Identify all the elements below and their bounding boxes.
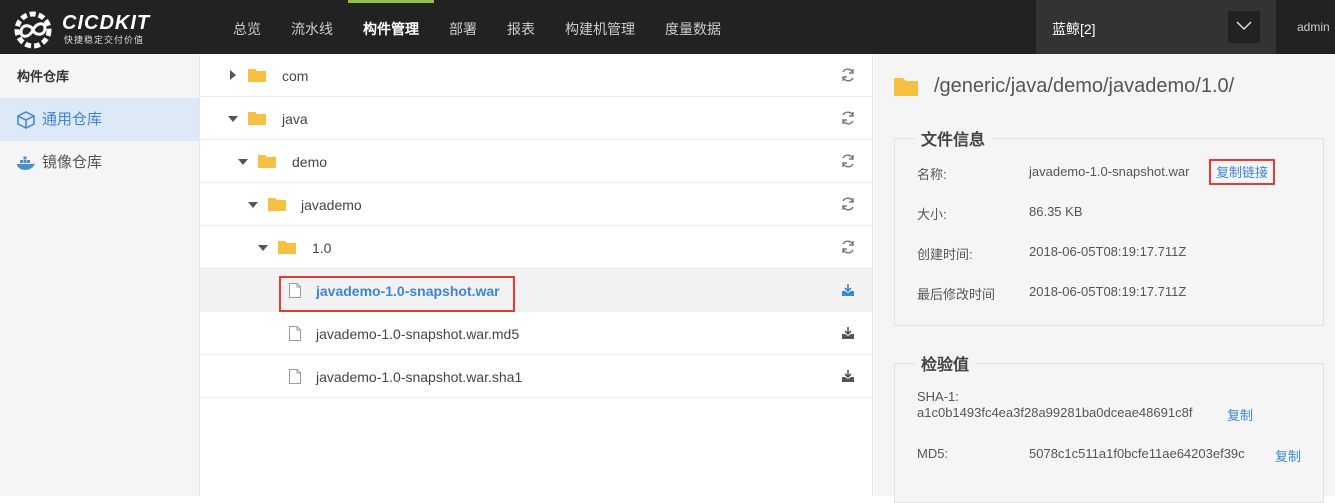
tree-row-folder[interactable]: demo xyxy=(200,140,872,183)
copy-link-label: 复制链接 xyxy=(1216,165,1269,180)
folder-icon xyxy=(278,241,296,254)
sha1-copy-button[interactable]: 复制 xyxy=(1227,405,1253,424)
logo[interactable]: CICDKIT 快捷稳定交付价值 xyxy=(10,6,190,49)
caret-down-icon[interactable] xyxy=(258,245,268,251)
file-icon xyxy=(289,369,301,384)
folder-icon xyxy=(248,112,266,125)
brand-subtitle: 快捷稳定交付价值 xyxy=(64,35,145,45)
brand-title: CICDKIT xyxy=(62,12,151,34)
tree-row-label: javademo xyxy=(301,197,362,213)
folder-icon xyxy=(258,155,276,168)
tree-row-folder[interactable]: javademo xyxy=(200,183,872,226)
md5-value: 5078c1c511a1f0bcfe11ae64203ef39c xyxy=(1029,446,1245,461)
sidebar-item-image-repo[interactable]: 镜像仓库 xyxy=(0,141,199,184)
checksum-panel: 检验值 SHA-1: a1c0b1493fc4ea3f28a99281ba0dc… xyxy=(894,351,1324,503)
project-selector[interactable]: 蓝鲸[2] xyxy=(1036,0,1276,54)
download-icon[interactable] xyxy=(840,282,856,298)
sidebar-item-label: 通用仓库 xyxy=(42,111,103,128)
tree-row-folder[interactable]: 1.0 xyxy=(200,226,872,269)
file-icon xyxy=(289,326,301,341)
modified-label: 最后修改时间 xyxy=(917,287,996,302)
nav-overview[interactable]: 总览 xyxy=(218,0,276,54)
refresh-icon[interactable] xyxy=(840,153,856,169)
nav-build-machines[interactable]: 构建机管理 xyxy=(550,0,650,54)
file-info-panel: 文件信息 名称: javademo-1.0-snapshot.war 复制链接 … xyxy=(894,126,1324,326)
main-nav: 总览 流水线 构件管理 部署 报表 构建机管理 度量数据 xyxy=(218,0,736,54)
artifact-tree: com java demo javademo 1.0 javademo-1.0-… xyxy=(200,54,873,496)
project-name: 蓝鲸[2] xyxy=(1052,21,1096,37)
folder-icon xyxy=(894,78,918,96)
docker-whale-icon xyxy=(17,156,35,170)
created-value: 2018-06-05T08:19:17.711Z xyxy=(1029,244,1187,259)
folder-icon xyxy=(248,69,266,82)
nav-deploy[interactable]: 部署 xyxy=(434,0,492,54)
nav-metrics[interactable]: 度量数据 xyxy=(650,0,736,54)
nav-pipeline[interactable]: 流水线 xyxy=(276,0,348,54)
modified-value: 2018-06-05T08:19:17.711Z xyxy=(1029,284,1187,299)
chevron-down-icon xyxy=(1236,21,1252,31)
refresh-icon[interactable] xyxy=(840,239,856,255)
sha1-value: a1c0b1493fc4ea3f28a99281ba0dceae48691c8f xyxy=(917,405,1193,420)
detail-path: /generic/java/demo/javademo/1.0/ xyxy=(934,75,1235,97)
refresh-icon[interactable] xyxy=(840,196,856,212)
sha1-label: SHA-1: xyxy=(917,389,959,404)
tree-row-label: javademo-1.0-snapshot.war.md5 xyxy=(316,326,520,342)
caret-right-icon[interactable] xyxy=(230,70,236,80)
sidebar-title: 构件仓库 xyxy=(17,69,70,84)
caret-down-icon[interactable] xyxy=(228,116,238,122)
cube-icon xyxy=(17,111,35,129)
tree-row-file-selected[interactable]: javademo-1.0-snapshot.war xyxy=(200,269,872,312)
caret-down-icon[interactable] xyxy=(238,159,248,165)
md5-copy-button[interactable]: 复制 xyxy=(1275,446,1301,465)
name-value: javademo-1.0-snapshot.war xyxy=(1029,164,1190,179)
caret-down-icon[interactable] xyxy=(248,202,258,208)
project-dropdown-button[interactable] xyxy=(1228,11,1260,43)
nav-artifact-management[interactable]: 构件管理 xyxy=(348,0,434,54)
file-info-title: 文件信息 xyxy=(915,126,992,150)
size-value: 86.35 KB xyxy=(1029,204,1083,219)
download-icon[interactable] xyxy=(840,368,856,384)
tree-row-label: 1.0 xyxy=(312,240,332,256)
tree-row-file[interactable]: javademo-1.0-snapshot.war.sha1 xyxy=(200,355,872,398)
tree-row-label: java xyxy=(282,111,308,127)
folder-icon xyxy=(268,198,286,211)
sidebar: 构件仓库 通用仓库 镜像仓库 xyxy=(0,54,200,496)
cicdkit-logo-icon xyxy=(14,11,52,49)
created-label: 创建时间: xyxy=(917,247,973,262)
tree-row-file[interactable]: javademo-1.0-snapshot.war.md5 xyxy=(200,312,872,355)
top-navbar: CICDKIT 快捷稳定交付价值 总览 流水线 构件管理 部署 报表 构建机管理… xyxy=(0,0,1335,54)
refresh-icon[interactable] xyxy=(840,67,856,83)
file-icon xyxy=(289,283,301,298)
user-menu[interactable]: admin xyxy=(1297,20,1330,34)
tree-row-label: javademo-1.0-snapshot.war.sha1 xyxy=(316,369,523,385)
md5-label: MD5: xyxy=(917,446,949,461)
size-label: 大小: xyxy=(917,207,947,222)
nav-reports[interactable]: 报表 xyxy=(492,0,550,54)
copy-link-button[interactable]: 复制链接 xyxy=(1209,159,1276,185)
checksum-title: 检验值 xyxy=(915,351,976,375)
artifact-detail: /generic/java/demo/javademo/1.0/ 文件信息 名称… xyxy=(874,54,1335,503)
tree-row-folder[interactable]: com xyxy=(200,54,872,97)
name-label: 名称: xyxy=(917,167,947,182)
tree-row-folder[interactable]: java xyxy=(200,97,872,140)
sidebar-item-generic-repo[interactable]: 通用仓库 xyxy=(0,98,199,141)
tree-row-label: com xyxy=(282,68,309,84)
refresh-icon[interactable] xyxy=(840,110,856,126)
sidebar-item-label: 镜像仓库 xyxy=(42,154,103,171)
download-icon[interactable] xyxy=(840,325,856,341)
tree-row-label: demo xyxy=(292,154,328,170)
tree-row-label: javademo-1.0-snapshot.war xyxy=(316,283,500,299)
